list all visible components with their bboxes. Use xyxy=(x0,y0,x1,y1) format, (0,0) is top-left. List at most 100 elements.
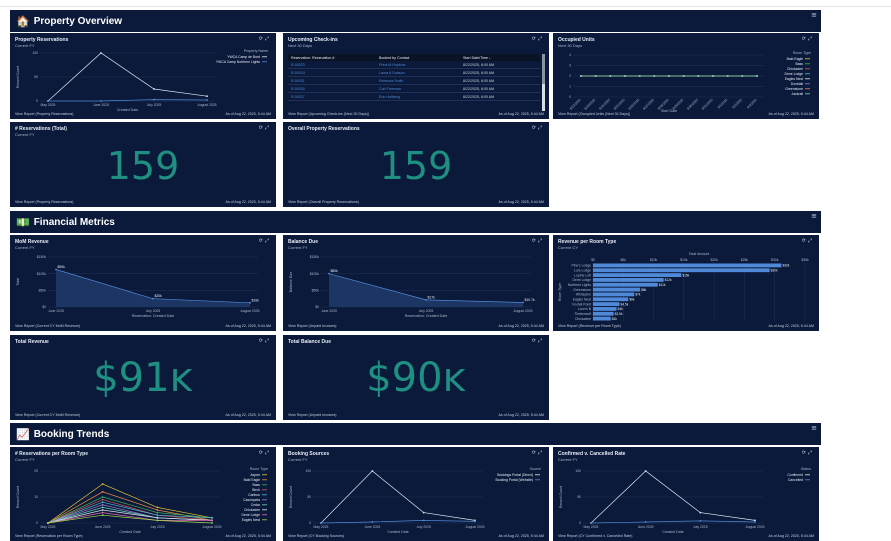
x-axis-title: Reservation: Created Date xyxy=(132,314,175,318)
data-label: $4.5k xyxy=(621,302,629,306)
contact-link[interactable]: Prina M Hopkins xyxy=(376,63,460,67)
view-report-link[interactable]: View Report (Current CY MoM Revenue) xyxy=(15,324,80,328)
data-point xyxy=(206,99,208,101)
y-axis-title: Total xyxy=(16,278,20,286)
expand-icon[interactable]: ⤢ xyxy=(538,125,544,131)
as-of-timestamp: As of Aug 22, 2025, 5:44 AM xyxy=(225,534,271,538)
data-label: $6k xyxy=(629,297,635,301)
mom-revenue-chart: $0 $50k $100k $150k June 2025 July 2025 August… xyxy=(16,255,260,318)
legend-title: Status xyxy=(801,467,811,471)
card-balance-due: Balance Due Current FY ⟳⤢ $0 $50k $100k $15… xyxy=(283,235,549,331)
checkins-table: Reservation: Reservation # Booked by Con… xyxy=(288,54,540,101)
x-tick-label: August 2025 xyxy=(513,309,532,313)
x-tick-label: June 2025 xyxy=(638,525,654,529)
bar xyxy=(593,311,614,316)
y-axis-title: Record Count xyxy=(16,486,20,508)
legend-label: Confirmed xyxy=(787,473,803,477)
scrollbar-thumb[interactable] xyxy=(542,54,545,84)
column-header-contact[interactable]: Booked by Contact xyxy=(376,56,460,60)
section-title: Property Overview xyxy=(33,15,123,27)
data-point xyxy=(101,514,104,517)
view-report-link[interactable]: View Report (Upcoming Check-ins (Next 30… xyxy=(288,112,369,116)
start-date: 8/22/2025, 8:00 AM xyxy=(463,70,495,75)
menu-icon[interactable]: ≡ xyxy=(811,11,817,19)
view-report-link[interactable]: View Report (Overall Property Reservatio… xyxy=(288,200,359,204)
table-scrollbar[interactable] xyxy=(542,54,545,111)
column-header-start-date[interactable]: Start Date/Time ↓ xyxy=(460,56,540,60)
view-report-link[interactable]: View Report (Unpaid Invoices) xyxy=(288,413,336,417)
card-total-revenue: Total Revenue ⟳⤢ $91ĸ View Report (Curre… xyxy=(10,335,276,420)
data-point xyxy=(101,511,104,514)
x-tick-label: August 2025 xyxy=(465,525,484,529)
x-tick-label: $5k xyxy=(621,258,627,262)
view-report-link[interactable]: View Report (Reservation per Room Type) xyxy=(15,534,83,538)
view-report-link[interactable]: View Report (CY Confirmed v. Cancelled R… xyxy=(558,534,633,538)
category-label: Whitepine xyxy=(576,293,591,297)
x-tick-label: June 2025 xyxy=(93,103,109,107)
data-point xyxy=(100,52,102,54)
x-axis-title: Created Date xyxy=(662,530,683,534)
x-tick-label: August 2025 xyxy=(240,309,259,313)
legend-title: Room Type xyxy=(793,51,811,55)
expand-icon[interactable]: ⤢ xyxy=(265,338,271,344)
chart-icon: 📈 xyxy=(16,427,30,441)
card-reservations-per-room: # Reservations per Room Type Current FY … xyxy=(10,447,276,541)
data-point xyxy=(101,498,104,501)
as-of-timestamp: As of Aug 22, 2025, 5:44 AM xyxy=(498,200,544,204)
data-point xyxy=(697,75,700,77)
view-report-link[interactable]: View Report (Unpaid Invoices) xyxy=(288,324,336,328)
view-report-link[interactable]: View Report (Property Reservations) xyxy=(15,112,73,116)
legend-label: Bass xyxy=(252,483,260,487)
category-label: Loon's B xyxy=(578,307,592,311)
contact-link[interactable]: Carl Freeman xyxy=(376,87,460,91)
y-tick-label: $0 xyxy=(315,305,319,309)
column-header-reservation[interactable]: Reservation: Reservation # xyxy=(288,56,376,60)
category-label: Pine's Lodge xyxy=(572,264,592,268)
card-revenue-room-type: Revenue per Room Type Current CY ⟳⤢ Tota… xyxy=(553,235,819,331)
y-tick-label: 50 xyxy=(577,495,581,499)
menu-icon[interactable]: ≡ xyxy=(811,424,817,432)
reservation-link[interactable]: R-00321 xyxy=(288,79,376,83)
as-of-timestamp: As of Aug 22, 2025, 5:44 AM xyxy=(225,200,271,204)
legend-title: Source xyxy=(530,467,541,471)
y-axis-title: Record Count xyxy=(16,66,20,88)
x-axis-title: Reservation: Created Date xyxy=(405,314,448,318)
expand-icon[interactable]: ⤢ xyxy=(538,36,544,42)
confirmed-cancelled-chart: 0 50 100 May 2025 June 2025 July 2025 August 2… xyxy=(559,467,811,534)
x-tick-label: July 2025 xyxy=(416,525,431,529)
x-tick-label: August 2025 xyxy=(197,103,216,107)
revenue-room-type-chart: Total Amount Room Type $0 $5k $10k $15k $20k $2… xyxy=(558,252,809,321)
reservation-link[interactable]: R-00319 xyxy=(288,71,376,75)
data-point xyxy=(211,516,213,519)
bar xyxy=(593,268,770,273)
view-report-link[interactable]: View Report (Current CY MoM Revenue) xyxy=(15,413,80,417)
reservation-link[interactable]: R-00330 xyxy=(288,87,376,91)
data-point xyxy=(153,88,155,90)
contact-link[interactable]: Rebecca Smith xyxy=(376,79,460,83)
data-point xyxy=(100,100,102,102)
x-tick-label: $30k xyxy=(771,258,779,262)
expand-icon[interactable]: ⤢ xyxy=(538,338,544,344)
as-of-timestamp: As of Aug 22, 2025, 5:44 AM xyxy=(768,324,814,328)
data-point xyxy=(699,511,702,514)
bar xyxy=(593,292,635,297)
card-actions: ⟳⤢ xyxy=(532,36,544,42)
view-report-link[interactable]: View Report (Occupied Units (Next 30 Day… xyxy=(558,112,630,116)
card-title: Overall Property Reservations xyxy=(288,126,360,132)
contact-link[interactable]: Erin Hallberg xyxy=(376,95,460,99)
reservation-link[interactable]: R-00327 xyxy=(288,95,376,99)
view-report-link[interactable]: View Report (Property Reservations) xyxy=(15,200,73,204)
data-label: $4k xyxy=(618,307,624,311)
view-report-link[interactable]: View Report (CY Booking Sources) xyxy=(288,534,344,538)
reservation-link[interactable]: R-00323 xyxy=(288,63,376,67)
data-point xyxy=(371,521,374,523)
card-occupied-units: Occupied Units Next 30 Days ⟳⤢ 0 1 2 3 4 8/22… xyxy=(553,33,819,119)
x-tick-label: May 2025 xyxy=(584,525,599,529)
menu-icon[interactable]: ≡ xyxy=(811,212,817,220)
y-tick-label: 0 xyxy=(36,521,38,525)
bar xyxy=(593,273,682,277)
expand-icon[interactable]: ⤢ xyxy=(265,125,271,131)
contact-link[interactable]: Laura A Dobson xyxy=(376,71,460,75)
view-report-link[interactable]: View Report (Revenue per Room Type) xyxy=(558,324,621,328)
data-label: $10.7k xyxy=(525,298,535,302)
